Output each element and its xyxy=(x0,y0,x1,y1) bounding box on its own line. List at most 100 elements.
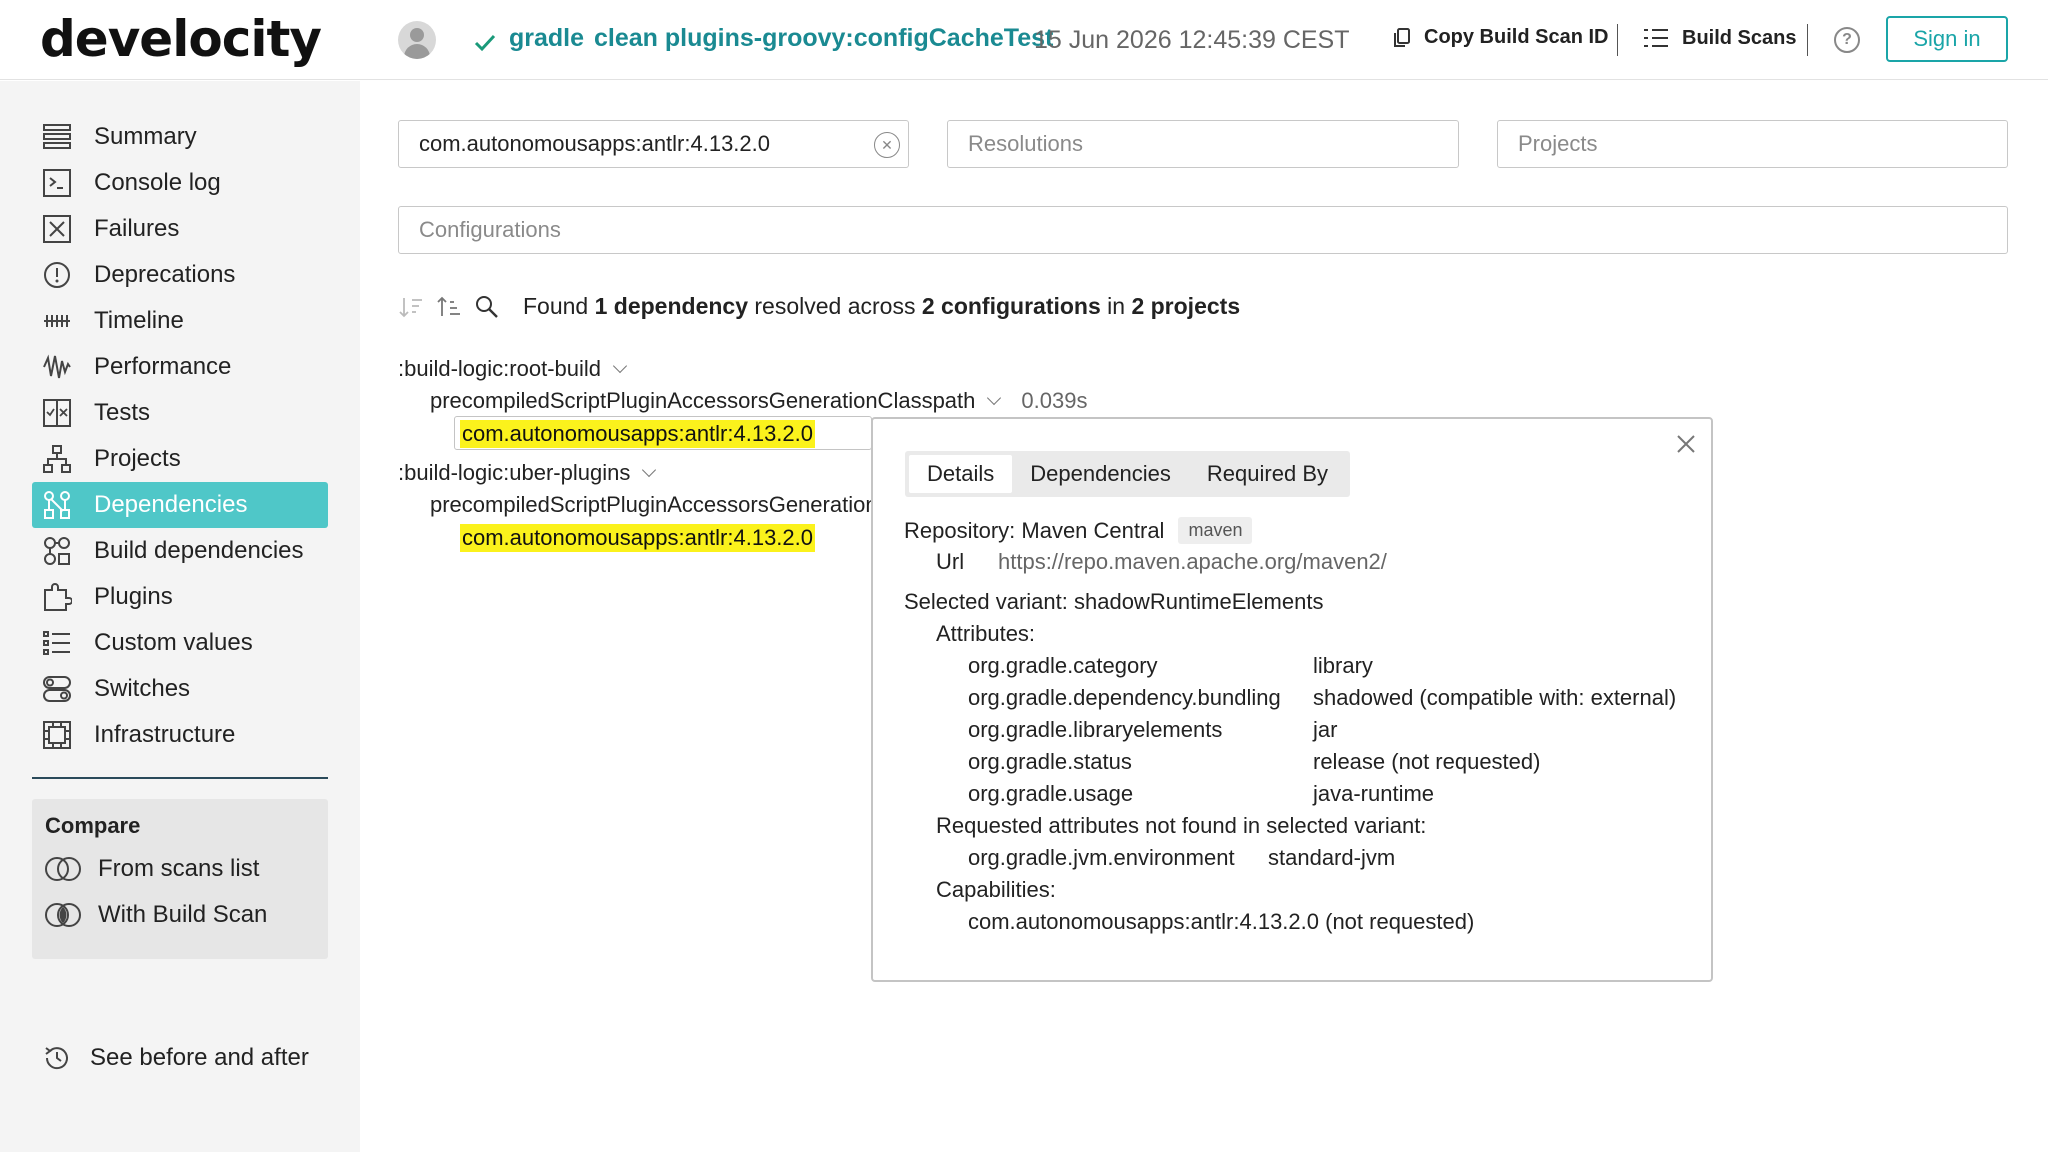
compare-with-build-scan[interactable]: With Build Scan xyxy=(44,901,267,929)
tree-dependency-selected[interactable]: com.autonomousapps:antlr:4.13.2.0 xyxy=(460,420,816,448)
search-icon[interactable] xyxy=(474,294,500,320)
sidebar-item-label: Switches xyxy=(94,675,191,702)
build-task-name: clean plugins-groovy:configCacheTest xyxy=(594,24,1054,52)
tree-toolbar xyxy=(398,290,512,324)
custom-values-icon xyxy=(42,628,72,658)
sidebar-item-label: Console log xyxy=(94,169,221,196)
sign-in-button[interactable]: Sign in xyxy=(1886,16,2008,62)
build-date: 15 Jun 2026 12:45:39 CEST xyxy=(1034,26,1350,54)
attribute-value: release (not requested) xyxy=(1313,749,1541,774)
user-avatar-icon[interactable] xyxy=(398,21,436,59)
sidebar-item-custom-values[interactable]: Custom values xyxy=(32,620,328,666)
sidebar-item-label: Performance xyxy=(94,353,232,380)
tab-required-by[interactable]: Required By xyxy=(1189,455,1346,493)
sidebar-item-plugins[interactable]: Plugins xyxy=(32,574,328,620)
sidebar-item-dependencies[interactable]: Dependencies xyxy=(32,482,328,528)
compare-circles-icon xyxy=(45,857,81,881)
dependencies-icon xyxy=(42,490,72,520)
sidebar-item-label: Build dependencies xyxy=(94,537,304,564)
tab-details[interactable]: Details xyxy=(909,455,1013,493)
tree-dependency[interactable]: com.autonomousapps:antlr:4.13.2.0 xyxy=(460,524,816,552)
attribute-value: shadowed (compatible with: external) xyxy=(1313,685,1677,710)
sidebar-item-summary[interactable]: Summary xyxy=(32,114,328,160)
see-before-and-after-link[interactable]: See before and after xyxy=(42,1043,309,1073)
dependency-filter-input[interactable]: com.autonomousapps:antlr:4.13.2.0 ✕ xyxy=(398,120,909,168)
build-scans-button[interactable]: Build Scans xyxy=(1642,26,1796,50)
success-check-icon xyxy=(474,34,496,52)
projects-filter-input[interactable]: Projects xyxy=(1497,120,2008,168)
infrastructure-icon xyxy=(42,720,72,750)
chevron-down-icon[interactable] xyxy=(987,390,1002,406)
close-icon[interactable] xyxy=(1675,433,1697,455)
before-after-label: See before and after xyxy=(90,1044,309,1071)
attribute-key: org.gradle.status xyxy=(968,749,1132,774)
copy-build-scan-id-button[interactable]: Copy Build Scan ID xyxy=(1392,26,1608,49)
compare-with-label: With Build Scan xyxy=(98,901,268,928)
top-header: develocity gradle clean plugins-groovy:c… xyxy=(0,0,2048,80)
attribute-key: org.gradle.libraryelements xyxy=(968,717,1223,742)
capability-item: com.autonomousapps:antlr:4.13.2.0 (not r… xyxy=(968,909,1475,934)
clear-icon[interactable]: ✕ xyxy=(874,132,900,158)
compare-title: Compare xyxy=(45,813,141,838)
repository-line: Repository: Maven Central maven xyxy=(904,517,1253,544)
chevron-down-icon[interactable] xyxy=(612,358,628,374)
sidebar-item-switches[interactable]: Switches xyxy=(32,666,328,712)
sidebar-divider xyxy=(32,777,328,779)
deprecations-icon xyxy=(42,260,72,290)
sidebar-item-label: Deprecations xyxy=(94,261,236,288)
sidebar-item-timeline[interactable]: Timeline xyxy=(32,298,328,344)
compare-from-label: From scans list xyxy=(98,855,260,882)
sidebar-item-tests[interactable]: Tests xyxy=(32,390,328,436)
switches-icon xyxy=(42,674,72,704)
sort-descending-icon[interactable] xyxy=(398,294,424,320)
sidebar-item-console-log[interactable]: Console log xyxy=(32,160,328,206)
capabilities-title: Capabilities: xyxy=(936,877,1056,902)
compare-build-scan-icon xyxy=(45,903,81,927)
repository-badge: maven xyxy=(1178,517,1253,544)
sidebar-item-deprecations[interactable]: Deprecations xyxy=(32,252,328,298)
timeline-icon xyxy=(42,306,72,336)
sort-ascending-icon[interactable] xyxy=(436,294,462,320)
tree-config-generation[interactable]: precompiledScriptPluginAccessorsGenerati… xyxy=(430,492,871,518)
attribute-key: org.gradle.dependency.bundling xyxy=(968,685,1281,710)
tab-dependencies[interactable]: Dependencies xyxy=(1012,455,1189,493)
sidebar-item-performance[interactable]: Performance xyxy=(32,344,328,390)
repository-url[interactable]: https://repo.maven.apache.org/maven2/ xyxy=(998,549,1387,575)
tree-project-root-build[interactable]: :build-logic:root-build xyxy=(398,356,628,382)
found-summary: Found 1 dependency resolved across 2 con… xyxy=(523,293,1241,319)
resolution-time: 0.039s xyxy=(1021,388,1088,413)
details-tabs: Details Dependencies Required By xyxy=(905,451,1350,497)
chevron-down-icon[interactable] xyxy=(642,462,657,478)
sidebar-item-label: Failures xyxy=(94,215,180,242)
attributes-title: Attributes: xyxy=(936,621,1036,646)
resolutions-filter-input[interactable]: Resolutions xyxy=(947,120,1459,168)
history-icon xyxy=(45,1047,68,1070)
help-icon[interactable]: ? xyxy=(1834,27,1860,53)
dependency-details-popup: Details Dependencies Required By Reposit… xyxy=(871,417,1713,982)
requested-attribute-value: standard-jvm xyxy=(1268,845,1396,870)
sidebar-nav: Summary Console log Failures Deprecation… xyxy=(32,114,328,758)
selected-variant: Selected variant: shadowRuntimeElements xyxy=(904,589,1324,614)
develocity-logo[interactable]: develocity xyxy=(40,10,322,68)
attribute-value: java-runtime xyxy=(1313,781,1435,806)
attribute-value: library xyxy=(1313,653,1373,678)
tree-config-classpath[interactable]: precompiledScriptPluginAccessorsGenerati… xyxy=(430,388,1087,414)
configurations-filter-input[interactable]: Configurations xyxy=(398,206,2008,254)
sidebar-item-label: Plugins xyxy=(94,583,173,610)
tree-project-uber-plugins[interactable]: :build-logic:uber-plugins xyxy=(398,460,657,486)
sidebar-item-label: Projects xyxy=(94,445,181,472)
sidebar-item-build-dependencies[interactable]: Build dependencies xyxy=(32,528,328,574)
sidebar-item-label: Summary xyxy=(94,123,197,150)
attribute-key: org.gradle.category xyxy=(968,653,1158,678)
sidebar-item-projects[interactable]: Projects xyxy=(32,436,328,482)
copy-icon xyxy=(1394,27,1410,47)
sidebar-item-failures[interactable]: Failures xyxy=(32,206,328,252)
sidebar-item-infrastructure[interactable]: Infrastructure xyxy=(32,712,328,758)
projects-icon xyxy=(42,444,72,474)
failures-icon xyxy=(42,214,72,244)
compare-from-scans-list[interactable]: From scans list xyxy=(44,855,259,883)
console-icon xyxy=(42,168,72,198)
copy-build-scan-id-label: Copy Build Scan ID xyxy=(1424,26,1609,48)
requested-attribute-key: org.gradle.jvm.environment xyxy=(968,845,1235,870)
attribute-value: jar xyxy=(1313,717,1338,742)
